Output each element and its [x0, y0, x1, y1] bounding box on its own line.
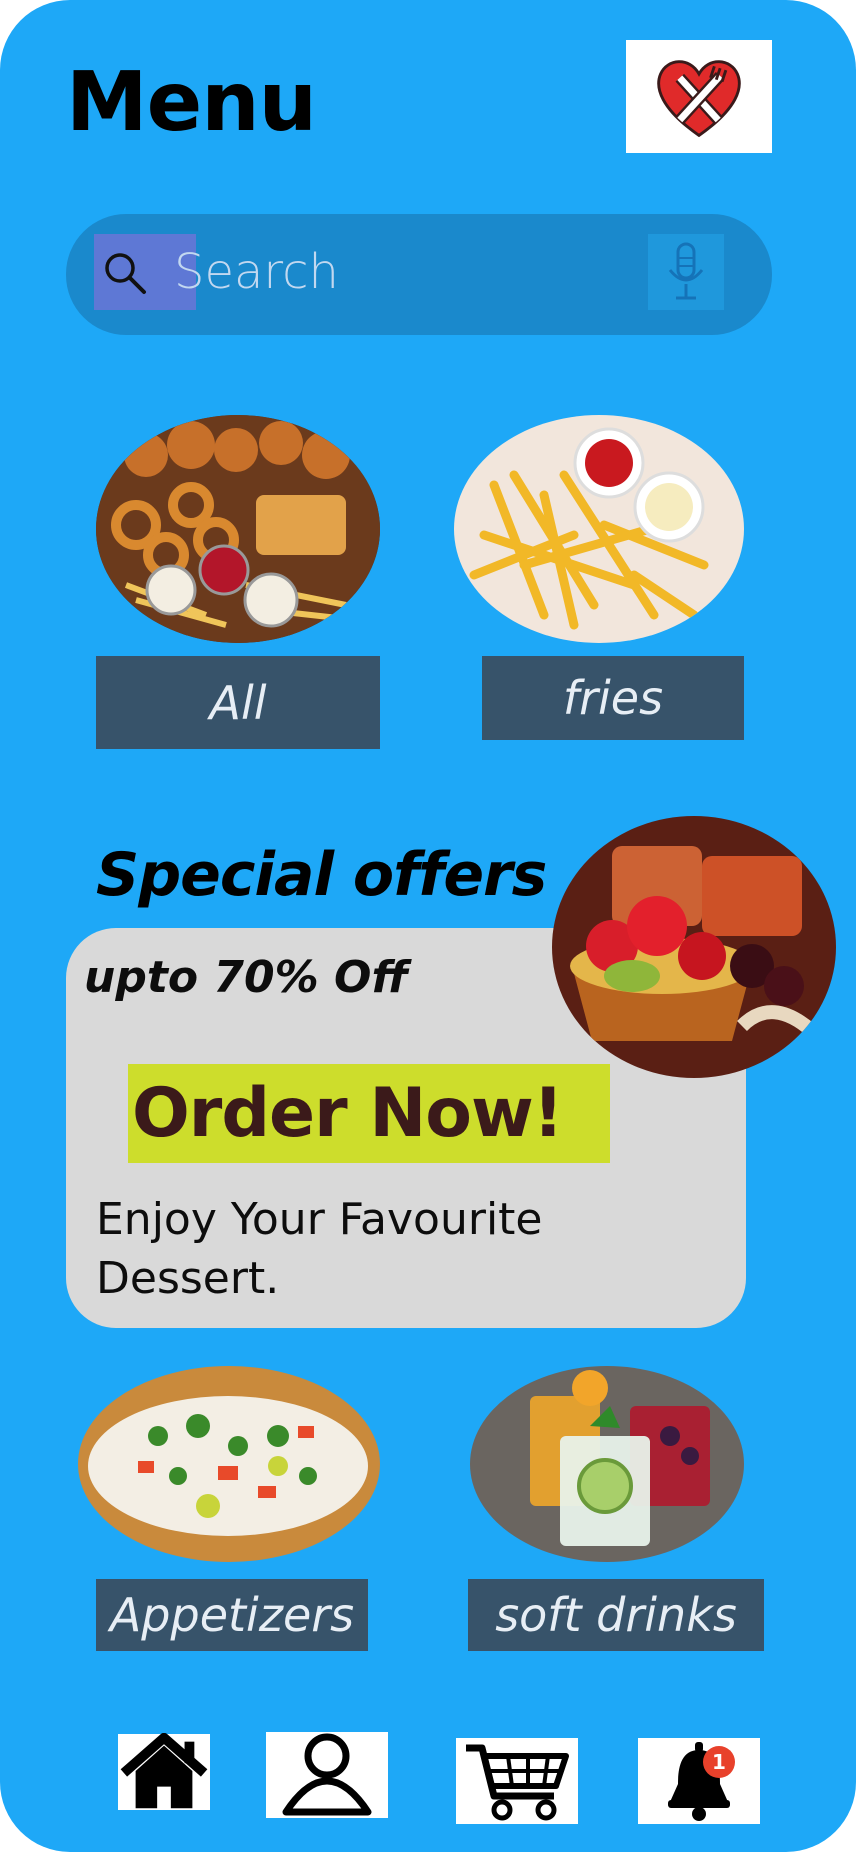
- home-icon: [120, 1733, 208, 1809]
- microphone-icon: [668, 242, 704, 300]
- offer-discount-text: upto 70% Off: [84, 952, 409, 1003]
- order-now-button[interactable]: Order Now!: [128, 1064, 610, 1163]
- category-fries-image[interactable]: [454, 415, 744, 643]
- category-fries-button[interactable]: fries: [482, 656, 744, 740]
- notification-badge: 1: [703, 1746, 735, 1778]
- page-title: Menu: [66, 55, 317, 150]
- category-soft-drinks-image[interactable]: [470, 1366, 744, 1562]
- offer-description: Enjoy Your Favourite Dessert.: [96, 1194, 543, 1304]
- voice-search-button[interactable]: [648, 234, 724, 310]
- heart-fork-knife-logo-icon: [657, 59, 741, 137]
- cart-icon: [466, 1744, 569, 1821]
- dessert-image: [552, 816, 836, 1078]
- category-appetizers-button[interactable]: Appetizers: [96, 1579, 368, 1651]
- search-input[interactable]: Search: [174, 244, 339, 300]
- category-all-image[interactable]: [96, 415, 380, 643]
- logo[interactable]: [626, 40, 772, 153]
- profile-icon: [282, 1733, 372, 1816]
- app-screen: Menu Search All fries Special offers upt…: [0, 0, 856, 1852]
- special-offers-heading: Special offers: [96, 840, 547, 910]
- nav-cart-button[interactable]: [456, 1738, 578, 1824]
- nav-home-button[interactable]: [118, 1733, 210, 1810]
- nav-profile-button[interactable]: [266, 1732, 388, 1818]
- category-soft-drinks-button[interactable]: soft drinks: [468, 1579, 764, 1651]
- category-all-button[interactable]: All: [96, 656, 380, 749]
- search-bar[interactable]: Search: [66, 214, 772, 335]
- search-icon: [105, 253, 146, 294]
- category-appetizers-image[interactable]: [78, 1366, 380, 1562]
- nav-notifications-button[interactable]: 1: [638, 1738, 760, 1824]
